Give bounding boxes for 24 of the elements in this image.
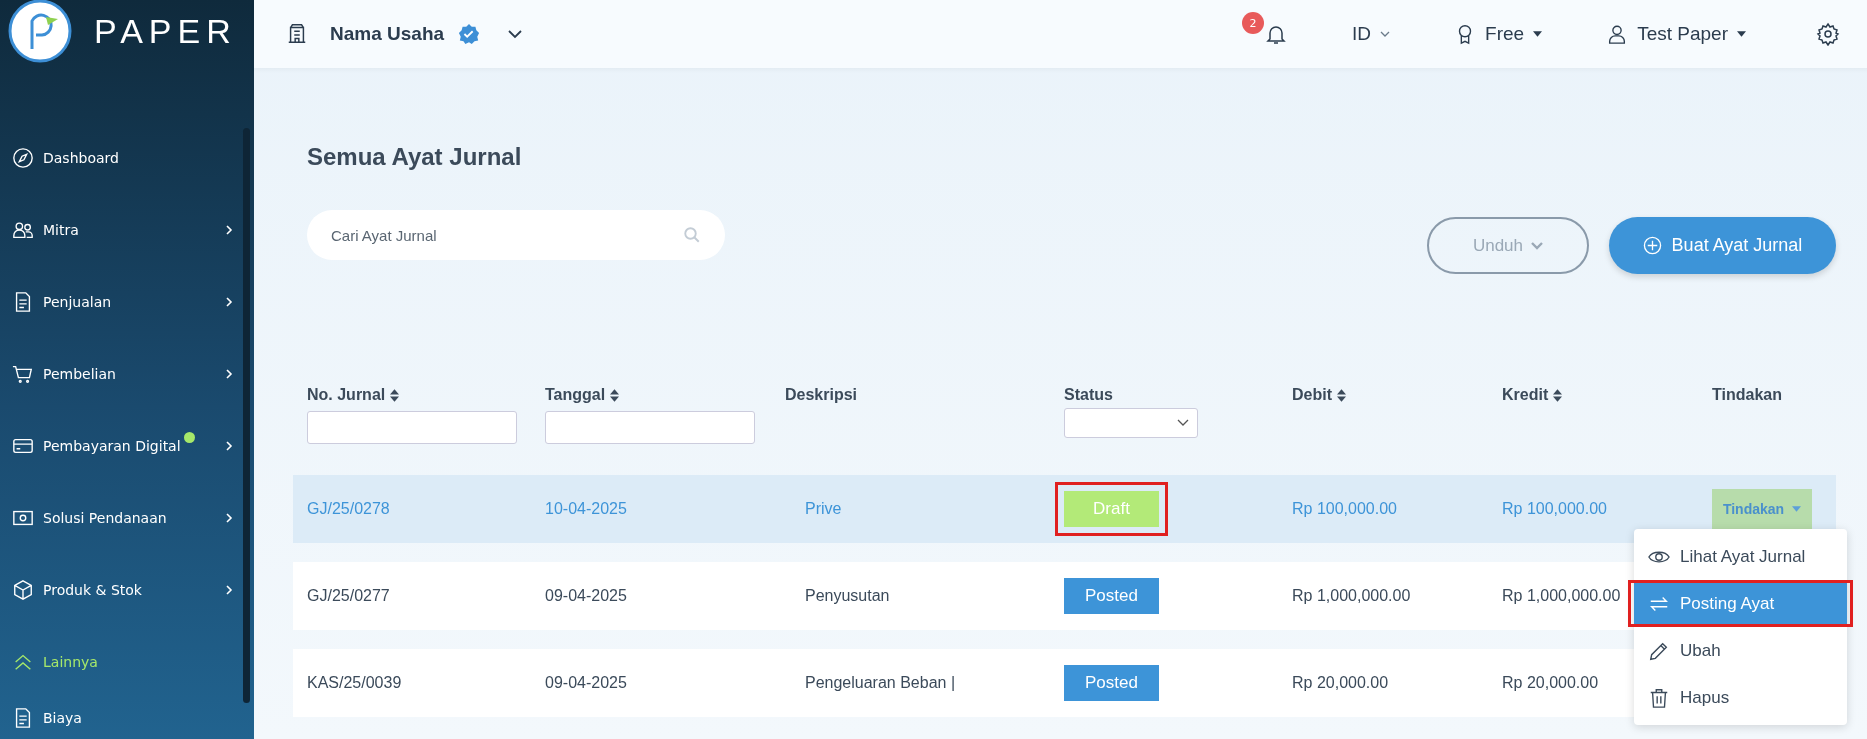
notification-count: 2 bbox=[1242, 12, 1265, 34]
date-cell: 09-04-2025 bbox=[545, 587, 627, 605]
description-cell-text: Prive bbox=[804, 500, 842, 518]
credit-cell: Rp 1,000,000.00 bbox=[1502, 587, 1621, 605]
journal-number: GJ/25/0278 bbox=[307, 500, 390, 518]
column-header: Tindakan bbox=[1712, 386, 1782, 404]
page-title: Semua Ayat Jurnal bbox=[307, 143, 523, 172]
description-cell-text: Penyusutan bbox=[804, 587, 890, 605]
status-badge: Posted bbox=[1064, 578, 1159, 614]
date-cell: 09-04-2025 bbox=[545, 674, 627, 692]
date-cell: 10-04-2025 bbox=[545, 500, 627, 518]
debit-cell: Rp 20,000.00 bbox=[1292, 674, 1389, 692]
debit-cell: Rp 100,000.00 bbox=[1292, 500, 1397, 518]
journal-number: KAS/25/0039 bbox=[307, 674, 402, 692]
debit-cell: Rp 1,000,000.00 bbox=[1292, 587, 1411, 605]
description-cell-text: Pengeluaran Beban | bbox=[804, 674, 956, 692]
journal-number: GJ/25/0277 bbox=[307, 587, 390, 605]
status-badge: Draft bbox=[1064, 491, 1159, 527]
brand-name: PAPER bbox=[94, 11, 237, 51]
column-header: Status bbox=[1064, 386, 1113, 404]
credit-cell: Rp 20,000.00 bbox=[1502, 674, 1599, 692]
credit-cell: Rp 100,000.00 bbox=[1502, 500, 1607, 518]
column-header: Deskripsi bbox=[785, 386, 858, 404]
status-badge: Posted bbox=[1064, 665, 1159, 701]
